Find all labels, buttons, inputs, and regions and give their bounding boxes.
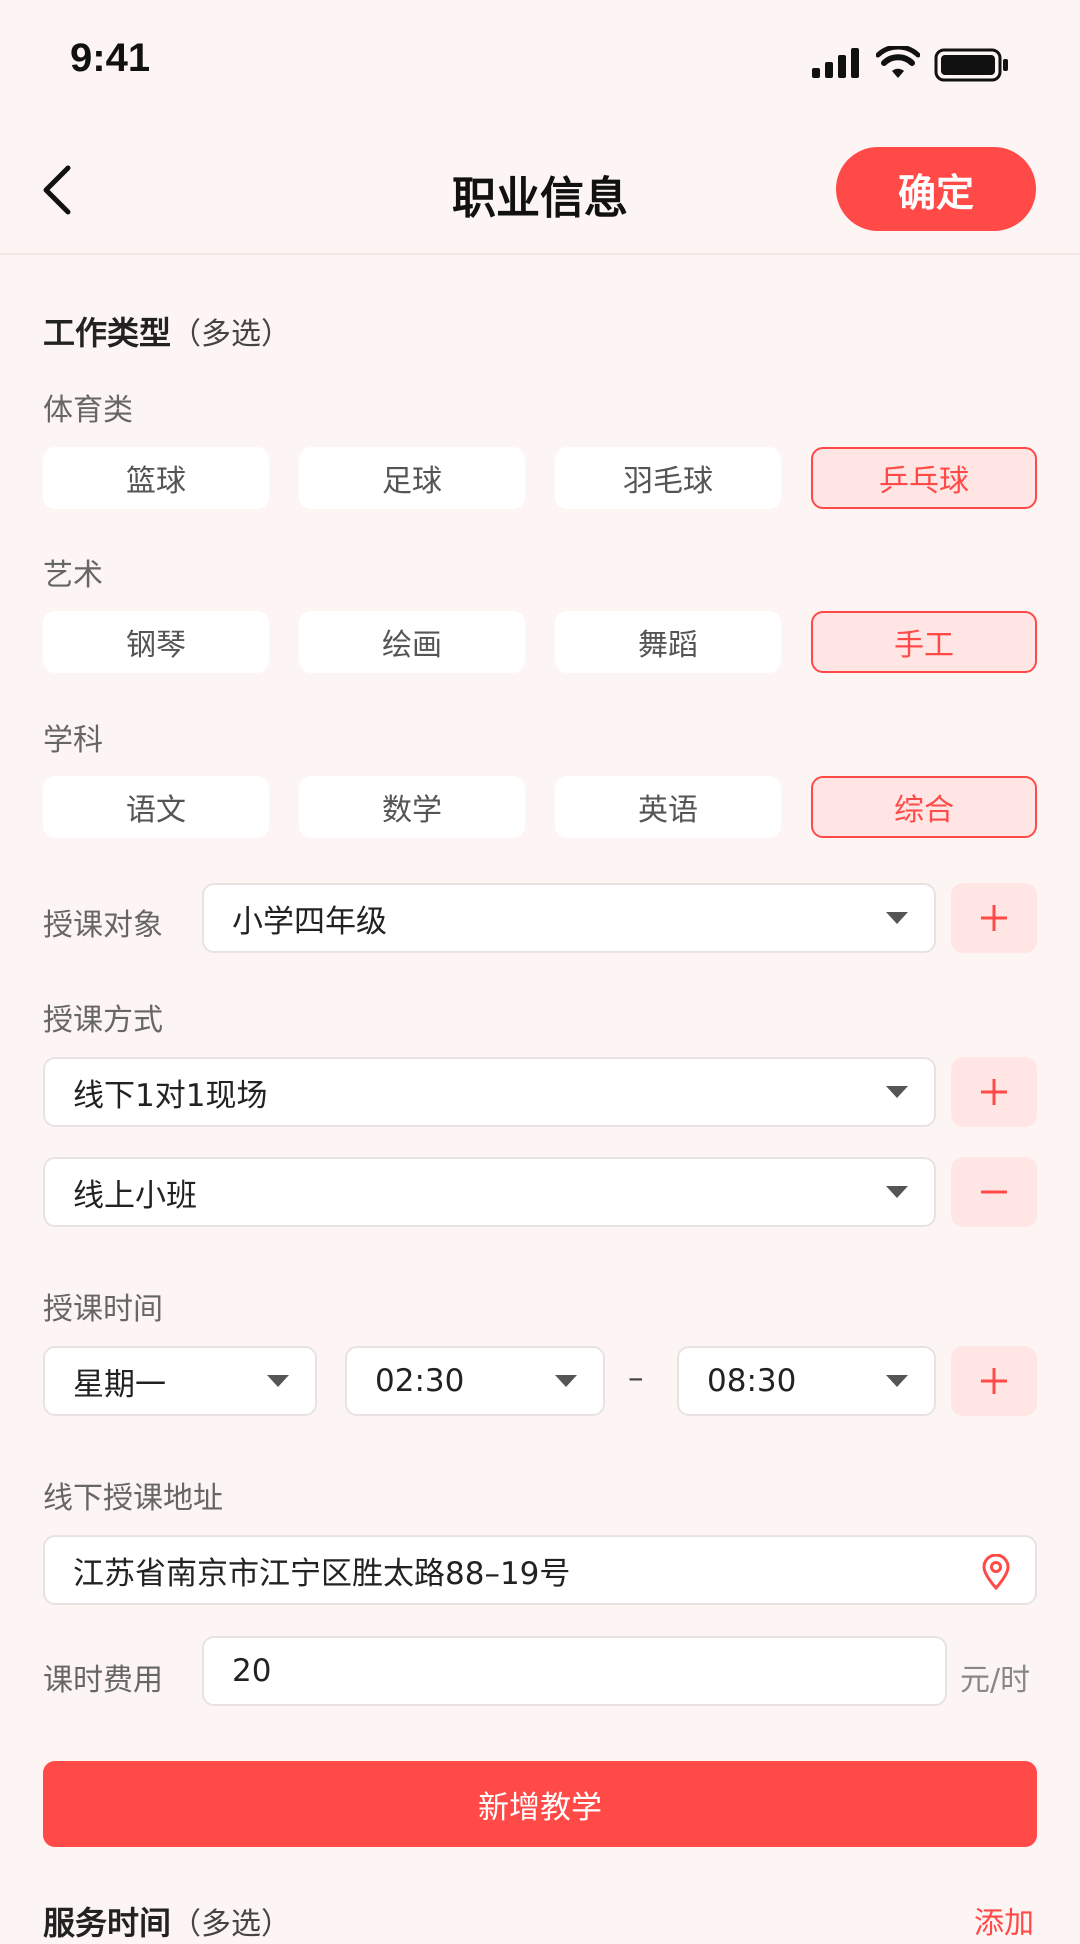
plus-icon <box>981 1368 1007 1394</box>
chip-english[interactable]: 英语 <box>555 776 781 838</box>
service-time-sub: （多选） <box>171 1907 292 1942</box>
chip-math[interactable]: 数学 <box>299 776 525 838</box>
method-label: 授课方式 <box>43 1003 163 1038</box>
chip-table-tennis[interactable]: 乒乓球 <box>811 447 1037 509</box>
add-teaching-button[interactable]: 新增教学 <box>43 1761 1037 1847</box>
group-label-subjects: 学科 <box>43 723 103 758</box>
remove-method-button[interactable] <box>951 1157 1037 1227</box>
target-label: 授课对象 <box>43 908 163 943</box>
caret-down-icon <box>886 1186 908 1198</box>
add-target-button[interactable] <box>951 883 1037 953</box>
method-select-1[interactable]: 线下1对1现场 <box>43 1057 936 1127</box>
work-type-sub: （多选） <box>171 317 292 352</box>
service-time-heading: 服务时间（多选） <box>43 1898 291 1944</box>
caret-down-icon <box>267 1375 289 1387</box>
start-time-select[interactable]: 02:30 <box>345 1346 605 1416</box>
method-value-1: 线下1对1现场 <box>73 1077 268 1114</box>
target-select[interactable]: 小学四年级 <box>202 883 936 953</box>
plus-icon <box>981 1079 1007 1105</box>
minus-icon <box>981 1190 1007 1194</box>
chip-football[interactable]: 足球 <box>299 447 525 509</box>
group-label-art: 艺术 <box>43 558 103 593</box>
header-divider <box>0 253 1080 255</box>
service-time-title: 服务时间 <box>43 1904 172 1942</box>
chip-handcraft[interactable]: 手工 <box>811 611 1037 673</box>
time-label: 授课时间 <box>43 1292 163 1327</box>
end-time-value: 08:30 <box>707 1363 797 1399</box>
group-label-sports: 体育类 <box>43 393 133 428</box>
add-time-button[interactable] <box>951 1346 1037 1416</box>
status-time: 9:41 <box>70 36 151 80</box>
caret-down-icon <box>886 912 908 924</box>
caret-down-icon <box>886 1375 908 1387</box>
service-time-add-link[interactable]: 添加 <box>974 1898 1034 1942</box>
chip-chinese[interactable]: 语文 <box>43 776 269 838</box>
address-label: 线下授课地址 <box>43 1481 223 1516</box>
target-value: 小学四年级 <box>232 903 387 940</box>
location-pin-icon[interactable] <box>981 1554 1011 1590</box>
start-time-value: 02:30 <box>375 1363 465 1399</box>
chip-badminton[interactable]: 羽毛球 <box>555 447 781 509</box>
day-value: 星期一 <box>73 1366 166 1403</box>
fee-value: 20 <box>232 1653 272 1689</box>
fee-label: 课时费用 <box>43 1663 163 1698</box>
day-select[interactable]: 星期一 <box>43 1346 317 1416</box>
fee-input[interactable]: 20 <box>202 1636 947 1706</box>
chip-painting[interactable]: 绘画 <box>299 611 525 673</box>
caret-down-icon <box>886 1086 908 1098</box>
chip-comprehensive[interactable]: 综合 <box>811 776 1037 838</box>
battery-icon <box>934 48 1008 82</box>
fee-unit: 元/时 <box>960 1663 1031 1698</box>
wifi-icon <box>876 46 920 78</box>
chip-dance[interactable]: 舞蹈 <box>555 611 781 673</box>
method-select-2[interactable]: 线上小班 <box>43 1157 936 1227</box>
time-separator: – <box>628 1360 644 1396</box>
address-input[interactable]: 江苏省南京市江宁区胜太路88–19号 <box>43 1535 1037 1605</box>
signal-icon <box>812 48 859 78</box>
plus-icon <box>981 905 1007 931</box>
work-type-title: 工作类型 <box>43 314 172 352</box>
add-method-button[interactable] <box>951 1057 1037 1127</box>
end-time-select[interactable]: 08:30 <box>677 1346 936 1416</box>
method-value-2: 线上小班 <box>73 1177 197 1214</box>
chip-piano[interactable]: 钢琴 <box>43 611 269 673</box>
address-value: 江苏省南京市江宁区胜太路88–19号 <box>73 1555 571 1592</box>
caret-down-icon <box>555 1375 577 1387</box>
work-type-heading: 工作类型（多选） <box>43 308 291 354</box>
chip-basketball[interactable]: 篮球 <box>43 447 269 509</box>
confirm-button[interactable]: 确定 <box>836 147 1036 231</box>
